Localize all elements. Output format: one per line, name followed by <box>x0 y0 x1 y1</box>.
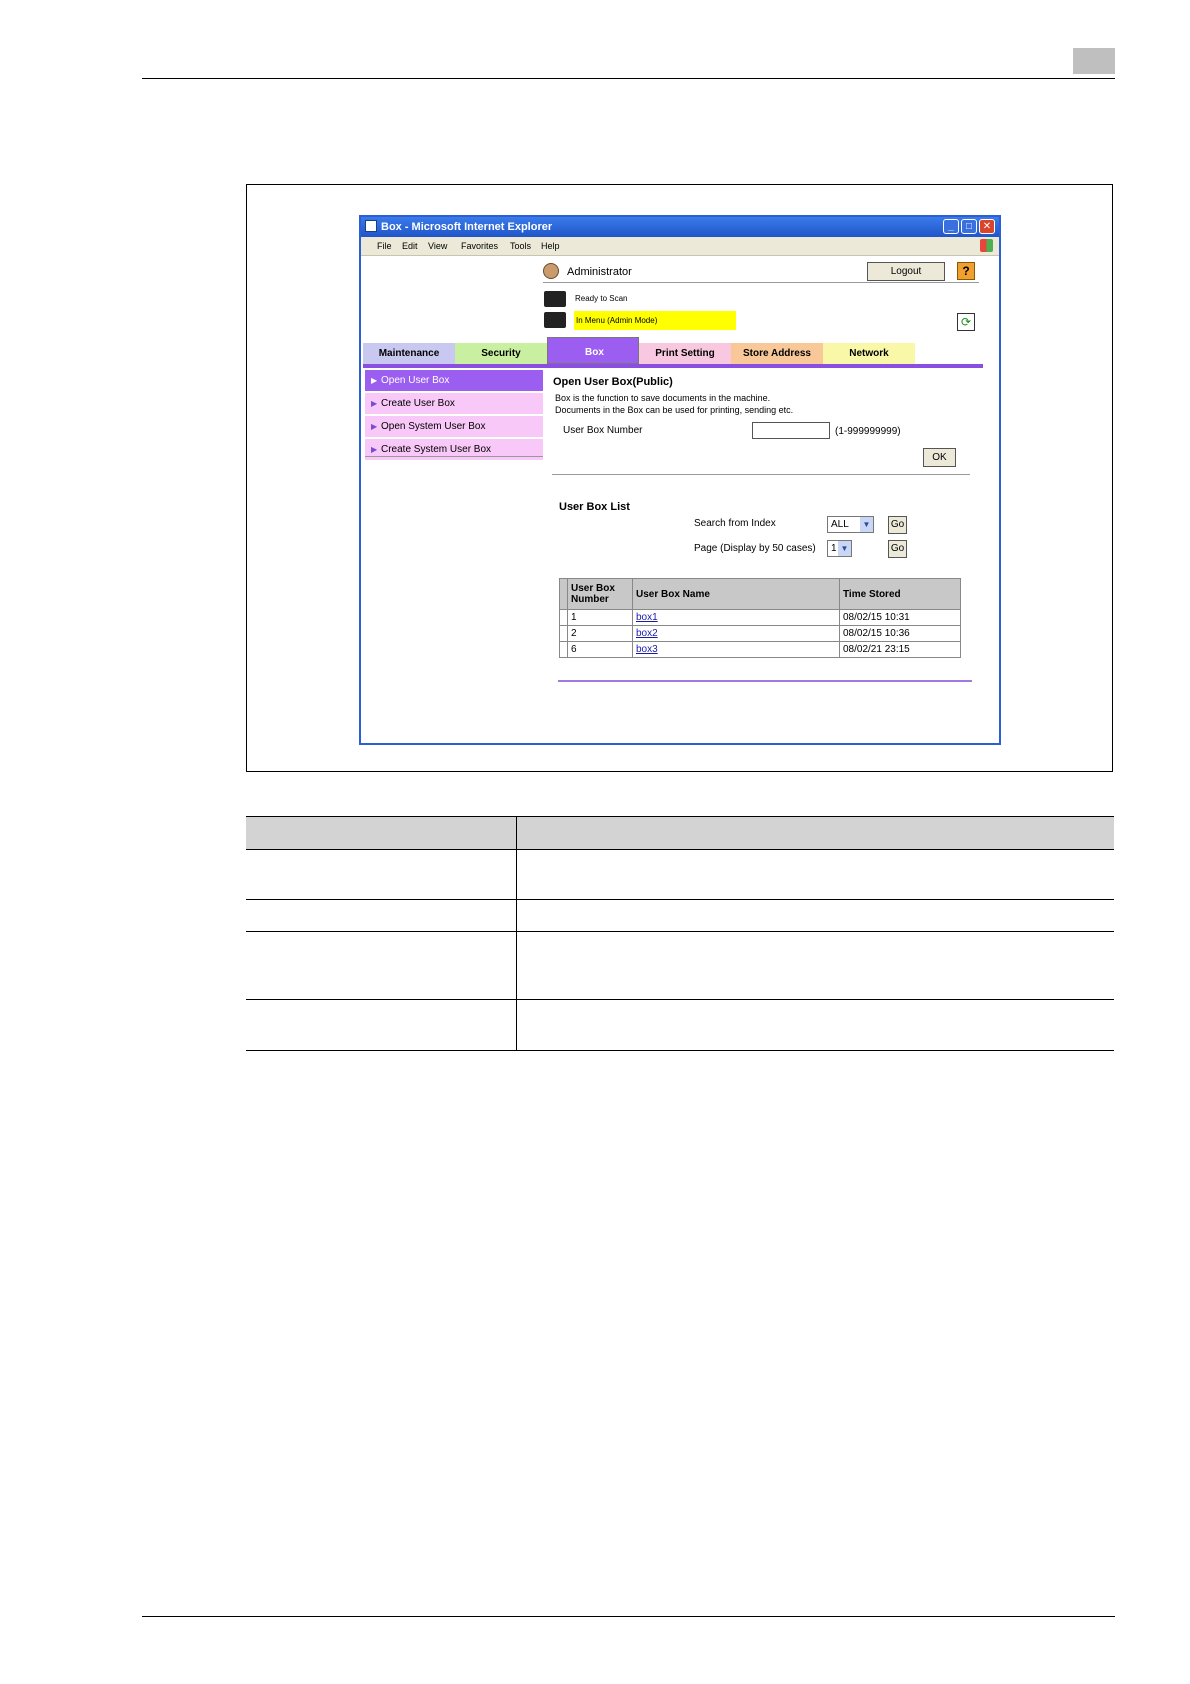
menu-edit[interactable]: Edit <box>402 241 418 251</box>
row-number: 6 <box>567 641 633 658</box>
table-header-blank <box>559 578 568 610</box>
search-index-select[interactable]: ALL ▼ <box>827 516 874 533</box>
col-user-box-number: User Box Number <box>567 578 633 610</box>
tab-store-address[interactable]: Store Address <box>731 343 823 364</box>
table-row: 2 box2 08/02/15 10:36 <box>559 625 961 642</box>
table-row <box>246 849 1114 900</box>
table-row <box>246 899 1114 932</box>
menu-favorites[interactable]: Favorites <box>461 241 498 251</box>
sidebar-item-open-user-box[interactable]: ▶ Open User Box <box>365 370 543 391</box>
footer-rule <box>142 1616 1115 1617</box>
menu-file[interactable]: File <box>377 241 392 251</box>
logout-button[interactable]: Logout <box>867 262 945 281</box>
desc-table-header-2 <box>516 816 1114 850</box>
row-number: 2 <box>567 625 633 642</box>
page-value: 1 <box>831 543 837 554</box>
status-mode: In Menu (Admin Mode) <box>574 311 736 330</box>
tabs-underline <box>363 364 983 368</box>
row-time: 08/02/21 23:15 <box>839 641 961 658</box>
main-divider <box>552 474 970 475</box>
tab-security[interactable]: Security <box>455 343 547 364</box>
page-select[interactable]: 1 ▼ <box>827 540 852 557</box>
admin-label: Administrator <box>567 266 632 278</box>
help-icon[interactable]: ? <box>957 262 975 280</box>
printer-icon <box>544 312 566 328</box>
window-title: Box - Microsoft Internet Explorer <box>381 221 553 233</box>
search-index-label: Search from Index <box>694 518 776 529</box>
sidebar-item-label: Create System User Box <box>381 444 492 455</box>
header-rule <box>142 78 1115 79</box>
box-link[interactable]: box3 <box>636 644 658 655</box>
browser-window: Box - Microsoft Internet Explorer _ □ ✕ … <box>359 215 1001 745</box>
menu-view[interactable]: View <box>428 241 447 251</box>
user-box-number-input[interactable] <box>752 422 830 439</box>
user-box-list-title: User Box List <box>559 501 630 513</box>
ok-button[interactable]: OK <box>923 448 956 467</box>
row-time: 08/02/15 10:36 <box>839 625 961 642</box>
page-content: Administrator Logout ? Ready to Scan In … <box>361 256 999 743</box>
list-bottom-rule <box>558 680 972 682</box>
admin-divider <box>543 282 979 283</box>
page-title: Open User Box(Public) <box>553 376 673 388</box>
col-user-box-name: User Box Name <box>632 578 840 610</box>
col-time-stored: Time Stored <box>839 578 961 610</box>
user-box-number-label: User Box Number <box>563 425 643 436</box>
page-go-button[interactable]: Go <box>888 540 907 558</box>
desc-table-header-1 <box>246 816 517 850</box>
refresh-icon[interactable]: ⟳ <box>957 313 975 331</box>
tab-maintenance[interactable]: Maintenance <box>363 343 455 364</box>
tab-box[interactable]: Box <box>547 337 639 364</box>
search-index-value: ALL <box>831 519 849 530</box>
minimize-button[interactable]: _ <box>943 219 959 234</box>
table-row <box>246 999 1114 1051</box>
user-box-number-range: (1-999999999) <box>835 426 901 437</box>
box-link[interactable]: box1 <box>636 612 658 623</box>
printer-icon <box>544 291 566 307</box>
tab-network[interactable]: Network <box>823 343 915 364</box>
description-table <box>246 816 1114 1051</box>
box-link[interactable]: box2 <box>636 628 658 639</box>
windows-logo-icon <box>980 239 993 252</box>
menu-help[interactable]: Help <box>541 241 560 251</box>
close-button[interactable]: ✕ <box>979 219 995 234</box>
page-display-label: Page (Display by 50 cases) <box>694 543 816 554</box>
arrow-right-icon: ▶ <box>371 422 378 431</box>
chevron-down-icon: ▼ <box>838 541 851 556</box>
browser-menubar: File Edit View Favorites Tools Help <box>361 237 999 256</box>
admin-icon <box>543 263 559 279</box>
sidebar-item-open-system-user-box[interactable]: ▶ Open System User Box <box>365 416 543 437</box>
sidebar-item-label: Create User Box <box>381 398 455 409</box>
status-ready: Ready to Scan <box>575 294 628 303</box>
description-line: Documents in the Box can be used for pri… <box>555 405 794 415</box>
chevron-down-icon: ▼ <box>860 517 873 532</box>
header-page-tab <box>1073 48 1115 74</box>
table-row <box>246 931 1114 1000</box>
row-time: 08/02/15 10:31 <box>839 609 961 626</box>
sidebar-divider <box>365 456 543 457</box>
maximize-button[interactable]: □ <box>961 219 977 234</box>
tab-print-setting[interactable]: Print Setting <box>639 343 731 364</box>
sidebar-item-label: Open User Box <box>381 375 450 386</box>
menu-tools[interactable]: Tools <box>510 241 531 251</box>
sidebar-item-label: Open System User Box <box>381 421 486 432</box>
table-row: 1 box1 08/02/15 10:31 <box>559 609 961 626</box>
sidebar-item-create-user-box[interactable]: ▶ Create User Box <box>365 393 543 414</box>
ie-page-icon <box>365 220 377 232</box>
main-tabs: Maintenance Security Box Print Setting S… <box>363 337 959 364</box>
table-row: 6 box3 08/02/21 23:15 <box>559 641 961 658</box>
search-go-button[interactable]: Go <box>888 516 907 534</box>
description-line: Box is the function to save documents in… <box>555 393 771 403</box>
browser-titlebar: Box - Microsoft Internet Explorer _ □ ✕ <box>361 217 999 237</box>
arrow-right-icon: ▶ <box>371 376 378 385</box>
arrow-right-icon: ▶ <box>371 399 378 408</box>
user-box-table: User Box Number User Box Name Time Stored… <box>559 578 961 658</box>
row-number: 1 <box>567 609 633 626</box>
